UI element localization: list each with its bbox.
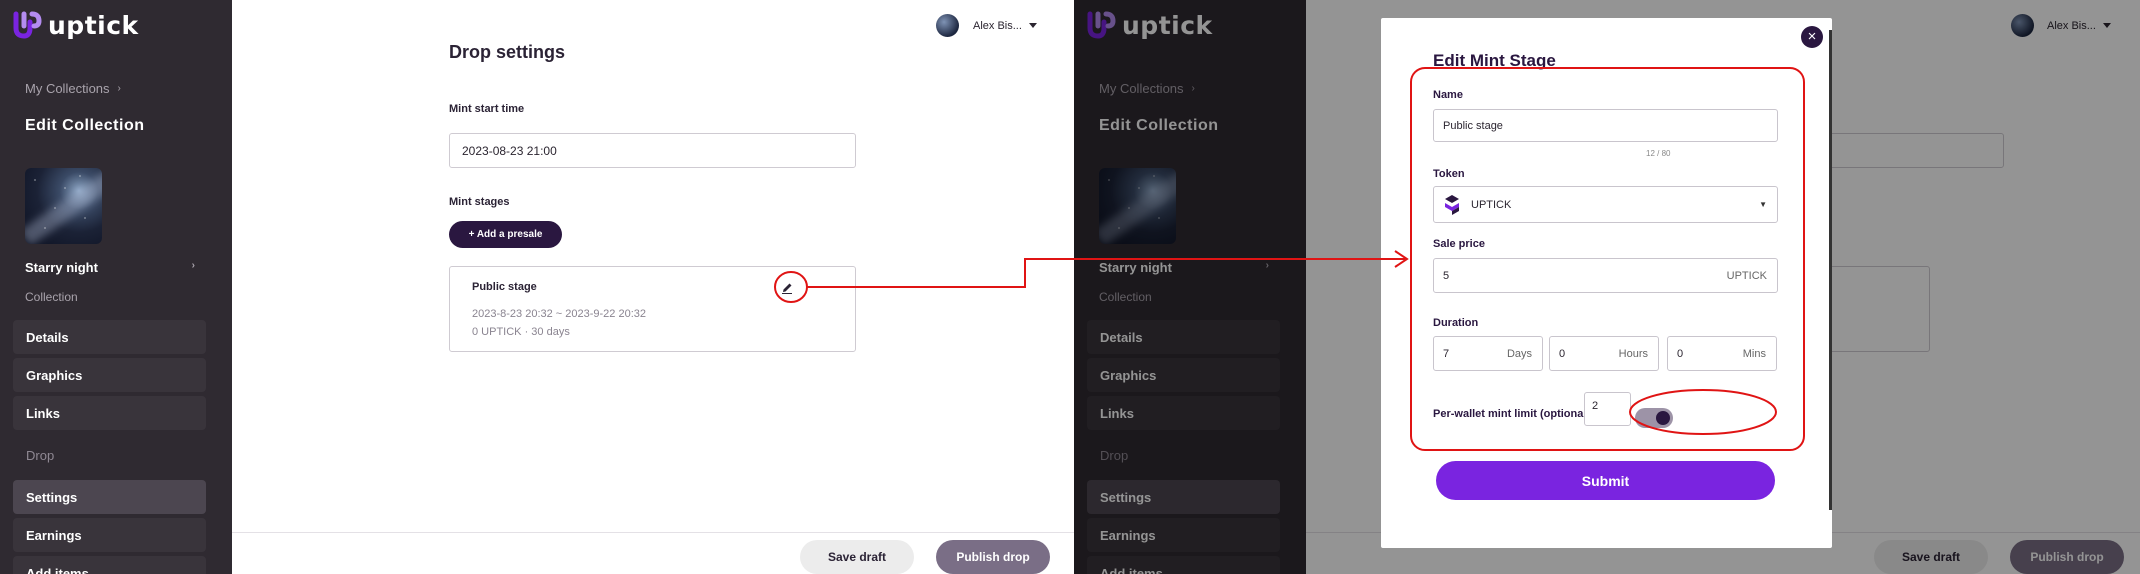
- page-title: Drop settings: [449, 42, 566, 62]
- mint-start-input[interactable]: 2023-08-23 21:00: [449, 133, 856, 168]
- duration-hours-input[interactable]: 0 Hours: [1549, 336, 1659, 371]
- sidebar-item-graphics[interactable]: Graphics: [13, 358, 206, 392]
- wallet-limit-label: Per-wallet mint limit (optional): [1433, 408, 1591, 420]
- token-label: Token: [1433, 168, 1465, 180]
- sidebar-item-links[interactable]: Links: [13, 396, 206, 430]
- stage-title: Public stage: [472, 281, 537, 293]
- footer-bar: Save draft Publish drop: [232, 532, 1074, 574]
- name-label: Name: [1433, 89, 1463, 101]
- sale-price-unit: UPTICK: [1726, 269, 1767, 282]
- sale-price-input[interactable]: 5 UPTICK: [1433, 258, 1778, 293]
- edit-mint-stage-modal: × Edit Mint Stage Name Public stage 12 /…: [1381, 18, 1832, 548]
- publish-drop-button[interactable]: Publish drop: [936, 540, 1050, 574]
- stage-dates: 2023-8-23 20:32 ~ 2023-9-22 20:32: [472, 308, 647, 320]
- sale-price-label: Sale price: [1433, 238, 1485, 250]
- name-input[interactable]: Public stage: [1433, 109, 1778, 142]
- duration-mins-input[interactable]: 0 Mins: [1667, 336, 1777, 371]
- breadcrumb-label[interactable]: My Collections: [25, 81, 110, 96]
- chevron-down-icon: ▼: [1759, 200, 1767, 209]
- chevron-right-icon: ›: [191, 260, 195, 271]
- duration-days-unit: Days: [1506, 347, 1532, 360]
- collection-cover-image: [25, 168, 102, 244]
- name-value: Public stage: [1443, 119, 1503, 132]
- submit-button[interactable]: Submit: [1436, 461, 1775, 500]
- user-name[interactable]: Alex Bis...: [973, 20, 1022, 32]
- name-char-counter: 12 / 80: [1646, 149, 1671, 158]
- close-icon[interactable]: ×: [1801, 26, 1823, 48]
- avatar[interactable]: [936, 14, 959, 37]
- token-value: UPTICK: [1471, 198, 1512, 211]
- mint-start-label: Mint start time: [449, 103, 525, 115]
- sidebar-item-details[interactable]: Details: [13, 320, 206, 354]
- collection-subtitle: Collection: [25, 290, 78, 304]
- sidebar-section-drop: Drop: [26, 447, 55, 463]
- breadcrumb[interactable]: My Collections ›: [25, 81, 121, 96]
- right-screen: uptick My Collections › Edit Collection …: [1074, 0, 2140, 574]
- duration-mins-unit: Mins: [1742, 347, 1766, 360]
- left-screen: uptick My Collections › Edit Collection …: [0, 0, 1074, 574]
- uptick-token-icon: [1445, 194, 1459, 215]
- duration-hours-unit: Hours: [1618, 347, 1648, 360]
- duration-days-value: 7: [1443, 347, 1450, 360]
- token-select[interactable]: UPTICK ▼: [1433, 186, 1778, 223]
- chevron-right-icon: ›: [117, 83, 121, 94]
- collection-name: Starry night: [25, 260, 98, 275]
- sidebar: uptick My Collections › Edit Collection …: [0, 0, 232, 574]
- logo-text: uptick: [48, 10, 139, 40]
- duration-days-input[interactable]: 7 Days: [1433, 336, 1543, 371]
- sidebar-title: Edit Collection: [25, 117, 145, 134]
- add-presale-button[interactable]: + Add a presale: [449, 221, 562, 248]
- sidebar-item-settings[interactable]: Settings: [13, 480, 206, 514]
- pencil-icon[interactable]: [780, 281, 794, 295]
- mint-stages-label: Mint stages: [449, 196, 510, 208]
- save-draft-button[interactable]: Save draft: [800, 540, 914, 574]
- collection-name-row[interactable]: Starry night ›: [25, 260, 195, 275]
- duration-hours-value: 0: [1559, 347, 1566, 360]
- modal-edge-shadow: [1829, 30, 1832, 510]
- modal-title: Edit Mint Stage: [1433, 51, 1556, 70]
- wallet-limit-input[interactable]: 2: [1584, 392, 1631, 426]
- stage-card[interactable]: Public stage 2023-8-23 20:32 ~ 2023-9-22…: [449, 266, 856, 352]
- caret-down-icon[interactable]: [1029, 23, 1037, 28]
- sale-price-value: 5: [1443, 269, 1450, 282]
- sidebar-item-add-items[interactable]: Add items: [13, 556, 206, 574]
- wallet-limit-toggle[interactable]: [1635, 408, 1673, 428]
- uptick-logo-icon: [13, 11, 42, 39]
- toggle-knob: [1656, 411, 1670, 425]
- stage-meta: 0 UPTICK · 30 days: [472, 326, 570, 338]
- sidebar-item-earnings[interactable]: Earnings: [13, 518, 206, 552]
- logo[interactable]: uptick: [12, 10, 139, 40]
- duration-label: Duration: [1433, 317, 1479, 329]
- duration-mins-value: 0: [1677, 347, 1684, 360]
